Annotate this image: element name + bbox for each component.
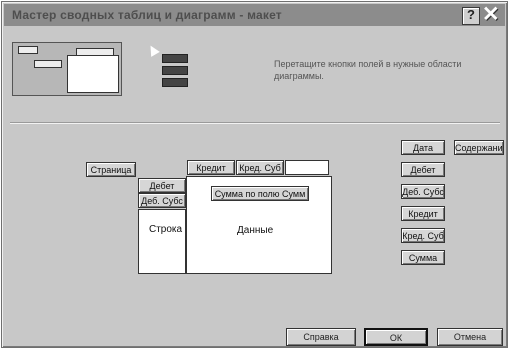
field-button-credit[interactable]: Кредит	[401, 206, 445, 221]
row-field-debit[interactable]: Дебет	[138, 178, 186, 193]
preview-illustration	[12, 42, 192, 112]
cursor-icon	[146, 43, 160, 57]
field-button-debit[interactable]: Дебет	[401, 162, 445, 177]
ok-button[interactable]: ОК	[364, 328, 428, 346]
cancel-button[interactable]: Отмена	[437, 328, 503, 346]
preview-field-2	[162, 66, 188, 75]
column-field-credit[interactable]: Кредит	[187, 160, 235, 175]
field-button-date[interactable]: Дата	[401, 140, 445, 155]
preview-row-label	[34, 60, 62, 68]
column-field-credit-sub[interactable]: Кред. Суб	[236, 160, 284, 175]
row-field-debit-sub[interactable]: Деб. Субс	[138, 193, 186, 208]
title-bar[interactable]: Мастер сводных таблиц и диаграмм - макет…	[4, 4, 505, 26]
preview-field-1	[162, 54, 188, 63]
window-title: Мастер сводных таблиц и диаграмм - макет	[12, 8, 282, 22]
field-button-sum[interactable]: Сумма	[401, 250, 445, 265]
data-area[interactable]: Сумма по полю Сумм Данные	[186, 176, 332, 274]
pivot-wizard-dialog: Мастер сводных таблиц и диаграмм - макет…	[1, 1, 508, 348]
row-area[interactable]: Строка	[138, 209, 186, 274]
row-area-label: Строка	[149, 224, 183, 235]
help-icon[interactable]	[462, 7, 480, 25]
field-button-content[interactable]: Содержание	[454, 140, 504, 155]
separator	[10, 122, 500, 124]
column-area[interactable]	[285, 160, 329, 175]
close-icon[interactable]: ✕	[482, 4, 500, 25]
preview-field-3	[162, 78, 188, 87]
instruction-text: Перетащите кнопки полей в нужные области…	[274, 59, 462, 81]
help-button[interactable]: Справка	[286, 328, 356, 346]
data-area-label: Данные	[237, 225, 274, 236]
preview-data-box	[67, 55, 119, 93]
field-button-credit-sub[interactable]: Кред. Суб	[401, 228, 445, 243]
field-button-debit-sub[interactable]: Деб. Субс	[401, 184, 445, 199]
data-field-sum[interactable]: Сумма по полю Сумм	[211, 186, 309, 201]
page-area-label[interactable]: Страница	[86, 162, 136, 177]
preview-page-label	[18, 46, 38, 54]
